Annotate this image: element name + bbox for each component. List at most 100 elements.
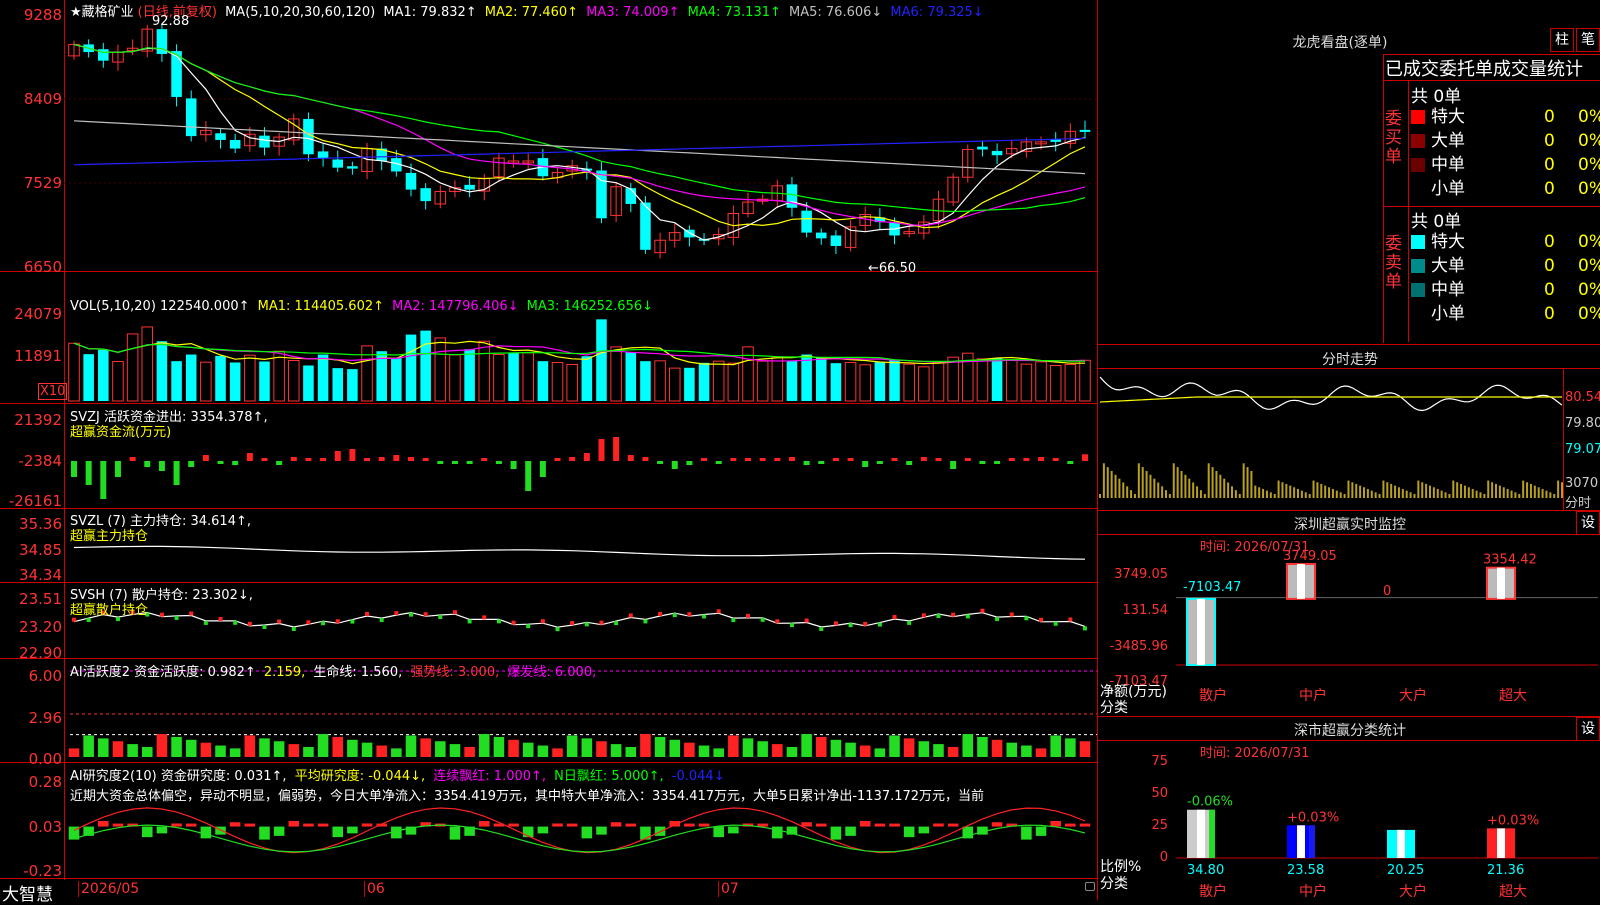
volume-bar (273, 350, 285, 402)
retail-tick (1068, 617, 1073, 622)
flow-bar (320, 458, 327, 461)
research-bar (200, 826, 212, 839)
volume-bar (185, 354, 197, 401)
intraday-vol-bar (1227, 482, 1230, 498)
retail-tick (409, 612, 413, 617)
flow-bar (71, 461, 77, 477)
activity-bar (127, 744, 138, 757)
flow-bar (1067, 461, 1074, 464)
flow-bar (979, 461, 986, 464)
main-chart-area[interactable]: ★藏格矿业 (日线,前复权) MA(5,10,20,30,60,120) MA1:… (0, 0, 1098, 905)
intraday-vol-bar (1250, 470, 1253, 498)
svzj-tick: -2384 (18, 452, 62, 470)
intraday-vol-bar (1343, 494, 1346, 498)
classify-settings-button[interactable]: 设 (1576, 717, 1600, 741)
classify-category: 超大 (1499, 884, 1527, 900)
order-row-name: 小单 (1431, 304, 1465, 324)
intraday-vol-bar (1432, 487, 1435, 498)
retail-holding-line (73, 611, 1086, 628)
vol-indicator: MA3: 146252.656↓ (526, 299, 653, 314)
monitor-bar (1186, 597, 1216, 666)
classify-change-label: +0.03% (1487, 813, 1539, 828)
volume-bar (918, 366, 930, 402)
volume-bar (1020, 363, 1033, 402)
flow-bar (202, 455, 209, 461)
svzl-tick: 35.36 (19, 515, 62, 533)
retail-tick (746, 613, 750, 618)
activity-bar (772, 744, 783, 757)
intraday-vol-bar (1203, 494, 1206, 498)
monitor-bar (1486, 566, 1516, 600)
flow-bar (788, 457, 795, 461)
research-bar (244, 823, 256, 827)
flow-bar (129, 457, 136, 461)
volume-bar (668, 367, 681, 402)
candle-body (815, 232, 827, 239)
research-bar (552, 823, 563, 827)
intraday-chart[interactable] (1098, 368, 1600, 510)
activity-bar (347, 739, 358, 757)
intraday-vol-bar (1122, 482, 1125, 498)
order-row-name: 小单 (1431, 179, 1465, 199)
monitor-chart[interactable]: -7103.47 散户 3749.05 中户 0 大户 3354.42 超大 (1098, 534, 1600, 724)
retail-tick (848, 623, 853, 628)
research-bar (596, 826, 607, 835)
intraday-vol-bar (1460, 483, 1463, 498)
activity-bar (1079, 741, 1091, 757)
retail-tick (247, 621, 252, 626)
volume-bar (566, 363, 578, 402)
research-bar (918, 826, 930, 834)
intraday-vol-bar (1483, 494, 1486, 498)
activity-bar (815, 736, 827, 757)
research-bar (1079, 823, 1091, 827)
flow-bar (1023, 458, 1030, 461)
activity-bar (1050, 735, 1061, 757)
high-annotation: 92.88 (152, 14, 190, 29)
monitor-bar-highlight (1497, 567, 1505, 599)
classify-chart[interactable]: 34.80 -0.06% 散户 23.58 +0.03% 中户 20.25 大户 21.36 +0… (1098, 740, 1600, 900)
candle-body (303, 118, 314, 155)
flow-bar (759, 458, 766, 461)
monitor-settings-button[interactable]: 设 (1576, 511, 1600, 535)
retail-tick (438, 614, 443, 619)
retail-tick (892, 615, 897, 620)
volume-bar (610, 346, 622, 402)
intraday-vol-bar (1285, 483, 1288, 498)
research-bar (288, 820, 300, 827)
candle-body (420, 188, 431, 202)
intraday-vol-bar (1102, 463, 1105, 498)
activity-bar (215, 745, 226, 757)
activity-bar (361, 742, 373, 757)
flow-bar (701, 458, 708, 461)
ai2-indicator: N日飘红: 5.000↑, (554, 769, 668, 784)
volume-bar (229, 362, 241, 401)
classify-value-label: 34.80 (1187, 863, 1224, 878)
retail-tick (452, 610, 457, 615)
activity-bar (1035, 748, 1047, 757)
volume-bar (815, 357, 827, 401)
volume-bar (464, 349, 475, 401)
flow-bar (466, 461, 473, 464)
intraday-vol-bar (1137, 463, 1140, 498)
activity-bar (713, 748, 724, 757)
intraday-vol-bar (1529, 483, 1532, 498)
research-bar (874, 823, 886, 827)
classify-bar-edge (1409, 829, 1415, 858)
activity-bar (83, 735, 94, 757)
stock-name[interactable]: ★藏格矿业 (70, 5, 134, 20)
volume-bar (581, 356, 593, 401)
volume-bar (1064, 363, 1077, 402)
flow-bar (246, 453, 253, 461)
volume-bar (317, 354, 329, 401)
research-bar (947, 823, 959, 827)
activity-bar (1006, 742, 1018, 757)
intraday-vol-bar (1440, 490, 1443, 498)
intraday-vol-bar (1506, 488, 1509, 498)
research-bar (903, 826, 915, 838)
flow-bar (1008, 458, 1015, 461)
lock-icon[interactable] (1085, 882, 1095, 891)
activity-bar (566, 735, 578, 757)
column-mode-button[interactable]: 柱 (1550, 28, 1574, 52)
vol-indicator: MA2: 147796.406↓ (392, 299, 523, 314)
tick-mode-button[interactable]: 笔 (1576, 28, 1600, 52)
